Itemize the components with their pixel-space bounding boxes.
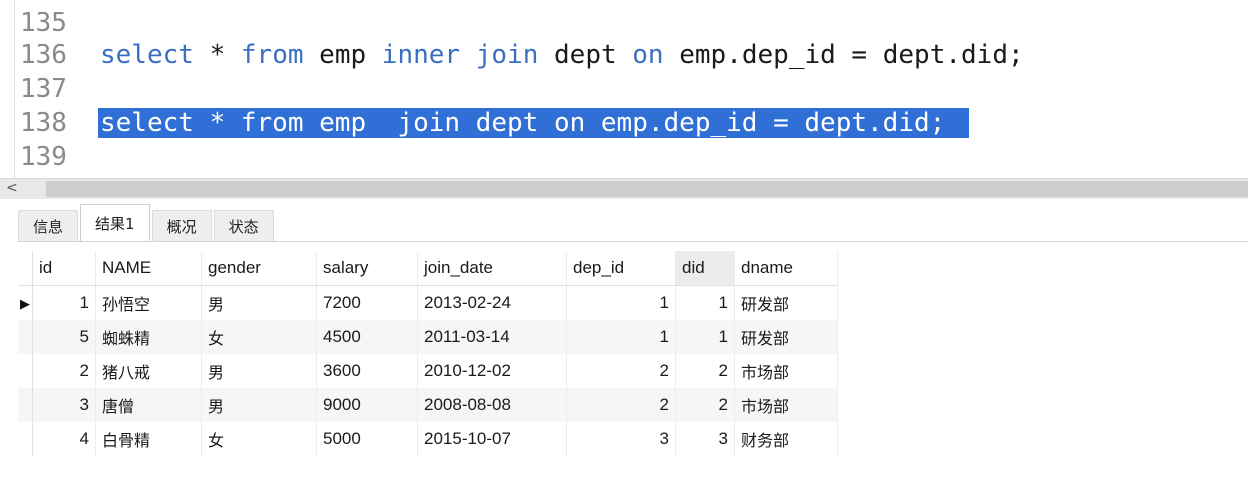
tab-status[interactable]: 状态 (213, 210, 274, 241)
code-line[interactable]: 139 (0, 140, 100, 174)
sql-keyword: join (475, 40, 539, 70)
line-number: 136 (20, 40, 67, 70)
cell-gender[interactable]: 男 (201, 354, 317, 388)
cell-dep-id[interactable]: 1 (566, 320, 676, 354)
cell-name[interactable]: 孙悟空 (95, 285, 202, 320)
table-row[interactable]: 5 蜘蛛精女 4500 2011-03-14 1 1 研发部 (18, 320, 838, 354)
cell-dep-id[interactable]: 2 (566, 354, 676, 388)
cell-did[interactable]: 2 (675, 354, 735, 388)
cell-dep-id[interactable]: 1 (566, 285, 676, 320)
sql-keyword: on (632, 40, 664, 70)
current-row-icon: ▶ (18, 285, 33, 320)
line-number: 139 (20, 142, 67, 172)
cell-id[interactable]: 3 (32, 388, 96, 422)
cell-id[interactable]: 1 (32, 285, 96, 320)
cell-gender[interactable]: 女 (201, 320, 317, 354)
cell-dname[interactable]: 研发部 (734, 285, 838, 320)
column-header-salary[interactable]: salary (316, 251, 418, 286)
result-tabs: 信息 结果1 概况 状态 (18, 204, 276, 241)
sql-text: emp (303, 40, 382, 70)
sql-text: emp.dep_id = dept.did; (663, 40, 1024, 70)
results-panel: 信息 结果1 概况 状态 id NAME gender salary join_date dep… (0, 199, 1248, 482)
code-line[interactable]: 136 select * from emp inner join dept on … (0, 38, 1024, 72)
row-indicator (18, 320, 33, 354)
cell-join-date[interactable]: 2015-10-07 (417, 422, 567, 456)
result-grid: id NAME gender salary join_date dep_id did dnam… (18, 251, 838, 456)
column-header-name[interactable]: NAME (95, 251, 202, 286)
cell-join-date[interactable]: 2008-08-08 (417, 388, 567, 422)
cell-name[interactable]: 唐僧 (95, 388, 202, 422)
cell-name[interactable]: 蜘蛛精 (95, 320, 202, 354)
selected-sql-text[interactable]: select * from emp join dept on emp.dep_i… (98, 108, 970, 138)
code-line[interactable]: 137 (0, 72, 100, 106)
cell-gender[interactable]: 男 (201, 285, 317, 320)
scrollbar-thumb[interactable] (46, 181, 1248, 197)
cell-salary[interactable]: 7200 (316, 285, 418, 320)
cell-did[interactable]: 2 (675, 388, 735, 422)
cell-dname[interactable]: 市场部 (734, 354, 838, 388)
cell-id[interactable]: 2 (32, 354, 96, 388)
line-number: 137 (20, 74, 67, 104)
tab-info[interactable]: 信息 (18, 210, 79, 241)
cell-name[interactable]: 猪八戒 (95, 354, 202, 388)
current-row-icon: ▶ (20, 296, 30, 311)
sql-editor[interactable]: 135 136 select * from emp inner join dept … (0, 0, 1248, 178)
row-indicator-header (18, 251, 33, 286)
line-number: 135 (20, 8, 67, 38)
table-row[interactable]: 2 猪八戒男 3600 2010-12-02 2 2 市场部 (18, 354, 838, 388)
tab-profile[interactable]: 概况 (151, 210, 212, 241)
line-number: 138 (20, 108, 67, 138)
cell-dname[interactable]: 研发部 (734, 320, 838, 354)
cell-salary[interactable]: 4500 (316, 320, 418, 354)
cell-salary[interactable]: 5000 (316, 422, 418, 456)
code-line[interactable]: 138 select * from emp join dept on emp.de… (0, 106, 970, 140)
sql-text: * (193, 40, 241, 70)
column-header-join-date[interactable]: join_date (417, 251, 567, 286)
cell-join-date[interactable]: 2011-03-14 (417, 320, 567, 354)
cell-id[interactable]: 5 (32, 320, 96, 354)
tab-result1[interactable]: 结果1 (80, 204, 150, 241)
tab-divider (18, 241, 1248, 242)
table-row[interactable]: 3 唐僧男 9000 2008-08-08 2 2 市场部 (18, 388, 838, 422)
sql-keyword: select (100, 40, 194, 70)
row-indicator (18, 354, 33, 388)
horizontal-scrollbar[interactable]: < (0, 178, 1248, 199)
cell-did[interactable]: 3 (675, 422, 735, 456)
cell-dname[interactable]: 市场部 (734, 388, 838, 422)
table-row[interactable]: ▶ 1 孙悟空男 7200 2013-02-24 1 1 研发部 (18, 285, 838, 320)
column-header-did[interactable]: did (675, 251, 735, 286)
column-header-id[interactable]: id (32, 251, 96, 286)
cell-salary[interactable]: 3600 (316, 354, 418, 388)
cell-name[interactable]: 白骨精 (95, 422, 202, 456)
cell-salary[interactable]: 9000 (316, 388, 418, 422)
cell-did[interactable]: 1 (675, 285, 735, 320)
cell-id[interactable]: 4 (32, 422, 96, 456)
column-header-dep-id[interactable]: dep_id (566, 251, 676, 286)
table-row[interactable]: 4 白骨精女 5000 2015-10-07 3 3 财务部 (18, 422, 838, 456)
sql-text: dept (538, 40, 633, 70)
cell-dname[interactable]: 财务部 (734, 422, 838, 456)
sql-keyword: from (240, 40, 304, 70)
column-header-dname[interactable]: dname (734, 251, 838, 286)
scroll-left-icon[interactable]: < (6, 180, 18, 196)
sql-keyword: inner (381, 40, 461, 70)
cell-dep-id[interactable]: 2 (566, 388, 676, 422)
code-line[interactable]: 135 (0, 6, 100, 40)
cell-gender[interactable]: 男 (201, 388, 317, 422)
cell-join-date[interactable]: 2010-12-02 (417, 354, 567, 388)
cell-join-date[interactable]: 2013-02-24 (417, 285, 567, 320)
cell-gender[interactable]: 女 (201, 422, 317, 456)
row-indicator (18, 388, 33, 422)
cell-dep-id[interactable]: 3 (566, 422, 676, 456)
column-header-gender[interactable]: gender (201, 251, 317, 286)
cell-did[interactable]: 1 (675, 320, 735, 354)
row-indicator (18, 422, 33, 456)
